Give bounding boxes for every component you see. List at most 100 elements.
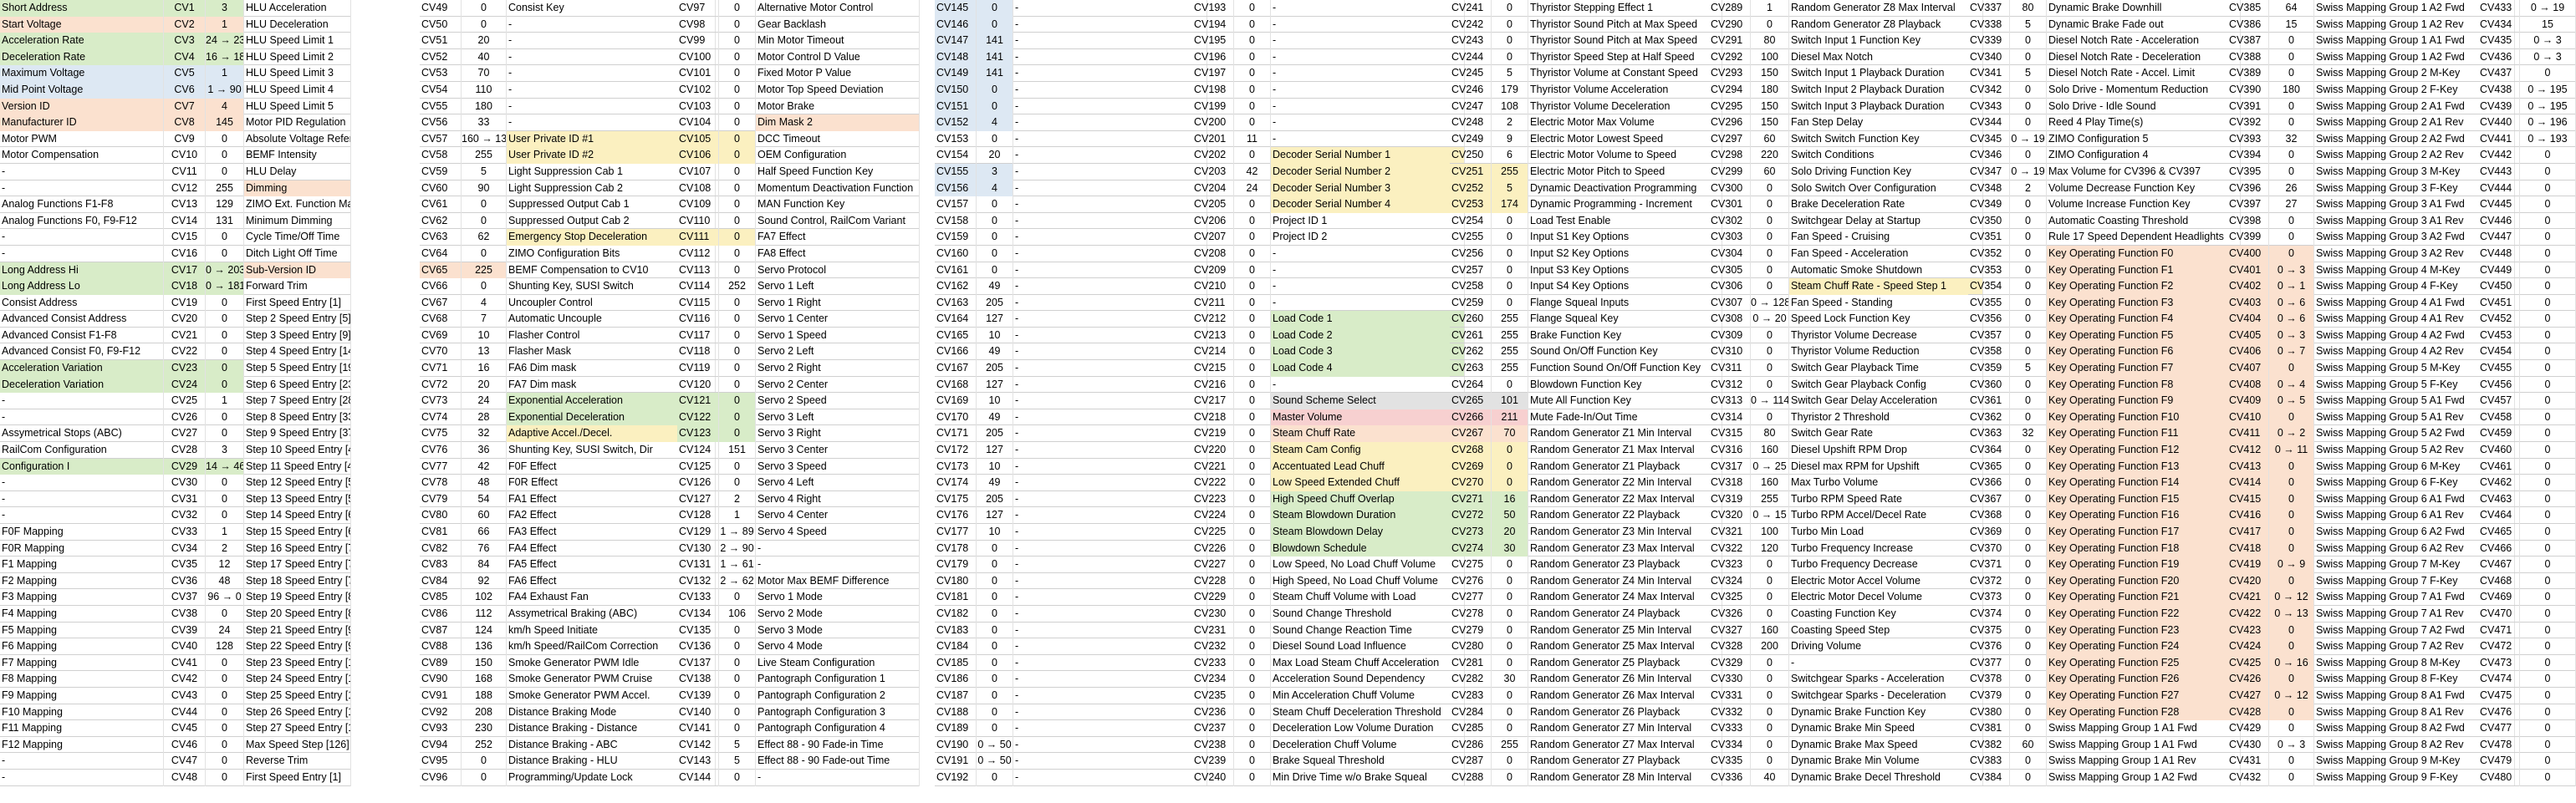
table-cell[interactable]: 255 [1492,311,1528,328]
table-cell[interactable]: Load Test Enable [1528,212,1722,230]
table-cell[interactable]: 0 [1492,720,1528,737]
table-cell[interactable]: CV287 [1450,753,1492,770]
table-cell[interactable]: CV432 [2227,769,2269,786]
table-cell[interactable]: CV385 [2227,0,2269,17]
table-cell[interactable]: 0 [206,425,244,443]
table-cell[interactable]: CV334 [1709,736,1751,754]
table-cell[interactable]: CV172 [935,442,977,459]
table-cell[interactable]: CV181 [935,589,977,606]
table-cell[interactable]: 160 [1751,475,1789,491]
table-cell[interactable]: Random Generator Z1 Playback [1528,458,1722,475]
table-cell[interactable]: Step 15 Speed Entry [65] [244,524,351,541]
table-cell[interactable]: - [1013,654,1207,672]
table-cell[interactable]: Servo 2 Center [756,376,920,394]
table-cell[interactable]: 124 [462,622,507,639]
table-cell[interactable]: 32 [2269,130,2314,148]
table-cell[interactable]: 0 [719,720,756,737]
table-cell[interactable]: 0 [2010,524,2047,541]
table-cell[interactable]: BEMF Intensity [244,147,351,164]
table-cell[interactable]: Dynamic Programming - Increment [1528,196,1722,213]
table-cell[interactable]: CV142 [677,736,719,754]
table-cell[interactable]: Step 16 Speed Entry [70] [244,540,351,557]
table-cell[interactable]: 0 → 6 [2269,294,2314,312]
table-cell[interactable]: Load Code 3 [1271,343,1465,361]
table-cell[interactable]: CV131 [677,557,719,573]
table-cell[interactable]: 10 [977,393,1013,409]
table-cell[interactable]: 24 [1234,180,1271,197]
table-cell[interactable]: CV384 [1968,769,2010,786]
table-cell[interactable]: - [1013,425,1207,443]
table-cell[interactable]: CV128 [677,507,719,524]
table-cell[interactable]: 0 [2269,524,2314,541]
table-cell[interactable]: CV16 [164,245,206,262]
table-cell[interactable]: 0 [2269,212,2314,230]
table-cell[interactable]: 0 [2520,229,2576,246]
table-cell[interactable]: CV147 [935,33,977,49]
table-cell[interactable]: 15 [2269,16,2314,33]
table-cell[interactable]: Key Operating Function F1 [2047,262,2241,279]
table-cell[interactable]: Gear Backlash [756,16,920,33]
table-cell[interactable]: 1 [1751,0,1789,17]
table-cell[interactable]: Random Generator Z7 Min Interval [1528,720,1722,737]
table-cell[interactable]: Switch Input 3 Playback Duration [1789,98,1983,115]
table-cell[interactable]: CV13 [164,196,206,213]
table-cell[interactable]: 48 [206,572,244,590]
table-cell[interactable]: 0 [2269,98,2314,115]
table-cell[interactable]: - [1013,98,1207,115]
table-cell[interactable]: Turbo Frequency Decrease [1789,557,1983,573]
table-cell[interactable]: CV457 [2478,393,2520,409]
table-cell[interactable]: CV32 [164,507,206,524]
table-cell[interactable]: 0 [1492,442,1528,459]
table-cell[interactable]: 0 [2010,81,2047,99]
table-cell[interactable]: CV2 [164,16,206,33]
table-cell[interactable]: 0 → 19 [2010,163,2047,180]
table-cell[interactable]: CV347 [1968,163,2010,180]
table-cell[interactable]: CV327 [1709,622,1751,639]
table-cell[interactable]: CV103 [677,98,719,115]
table-cell[interactable]: 0 [977,654,1013,672]
table-cell[interactable]: 0 [719,0,756,17]
table-cell[interactable]: - [0,490,164,508]
table-cell[interactable]: CV343 [1968,98,2010,115]
table-cell[interactable]: 0 [206,245,244,262]
table-cell[interactable]: Sound Control, RailCom Variant [756,212,920,230]
table-cell[interactable]: 141 [977,65,1013,82]
table-cell[interactable]: 0 [2520,163,2576,180]
table-cell[interactable]: 0 [2269,704,2314,721]
table-cell[interactable]: 0 [977,262,1013,279]
table-cell[interactable]: 230 [462,720,507,737]
table-cell[interactable]: 0 [1492,605,1528,623]
table-cell[interactable]: 0 [977,671,1013,688]
table-cell[interactable]: 49 [977,343,1013,361]
table-cell[interactable]: CV95 [420,753,462,770]
table-cell[interactable]: 141 [977,48,1013,66]
table-cell[interactable]: CV358 [1968,343,2010,361]
table-cell[interactable]: Diesel max RPM for Upshift [1789,458,1983,475]
table-cell[interactable]: CV259 [1450,294,1492,312]
table-cell[interactable]: 0 [1492,376,1528,394]
table-cell[interactable]: - [0,393,164,409]
table-cell[interactable]: 180 [462,98,507,115]
table-cell[interactable]: 0 [1234,490,1271,508]
table-cell[interactable]: CV132 [677,572,719,590]
table-cell[interactable]: Servo 2 Mode [756,605,920,623]
table-cell[interactable]: CV440 [2478,114,2520,131]
table-cell[interactable]: 5 [2010,16,2047,33]
table-cell[interactable]: Flange Squeal Inputs [1528,294,1722,312]
table-cell[interactable]: Load Code 4 [1271,360,1465,377]
table-cell[interactable]: CV203 [1192,163,1234,180]
table-cell[interactable]: 0 → 3 [2269,736,2314,754]
table-cell[interactable]: 0 [2269,769,2314,786]
table-cell[interactable]: CV301 [1709,196,1751,213]
table-cell[interactable]: 0 [206,507,244,524]
table-cell[interactable]: Step 14 Speed Entry [61] [244,507,351,524]
table-cell[interactable]: 0 [1234,589,1271,606]
table-cell[interactable]: 0 [1492,687,1528,704]
table-cell[interactable]: CV102 [677,81,719,99]
table-cell[interactable]: CV392 [2227,114,2269,131]
table-cell[interactable]: 0 [2520,458,2576,475]
table-cell[interactable]: CV226 [1192,540,1234,557]
table-cell[interactable]: CV199 [1192,98,1234,115]
table-cell[interactable]: 0 [719,475,756,491]
table-cell[interactable]: 0 [1492,557,1528,573]
